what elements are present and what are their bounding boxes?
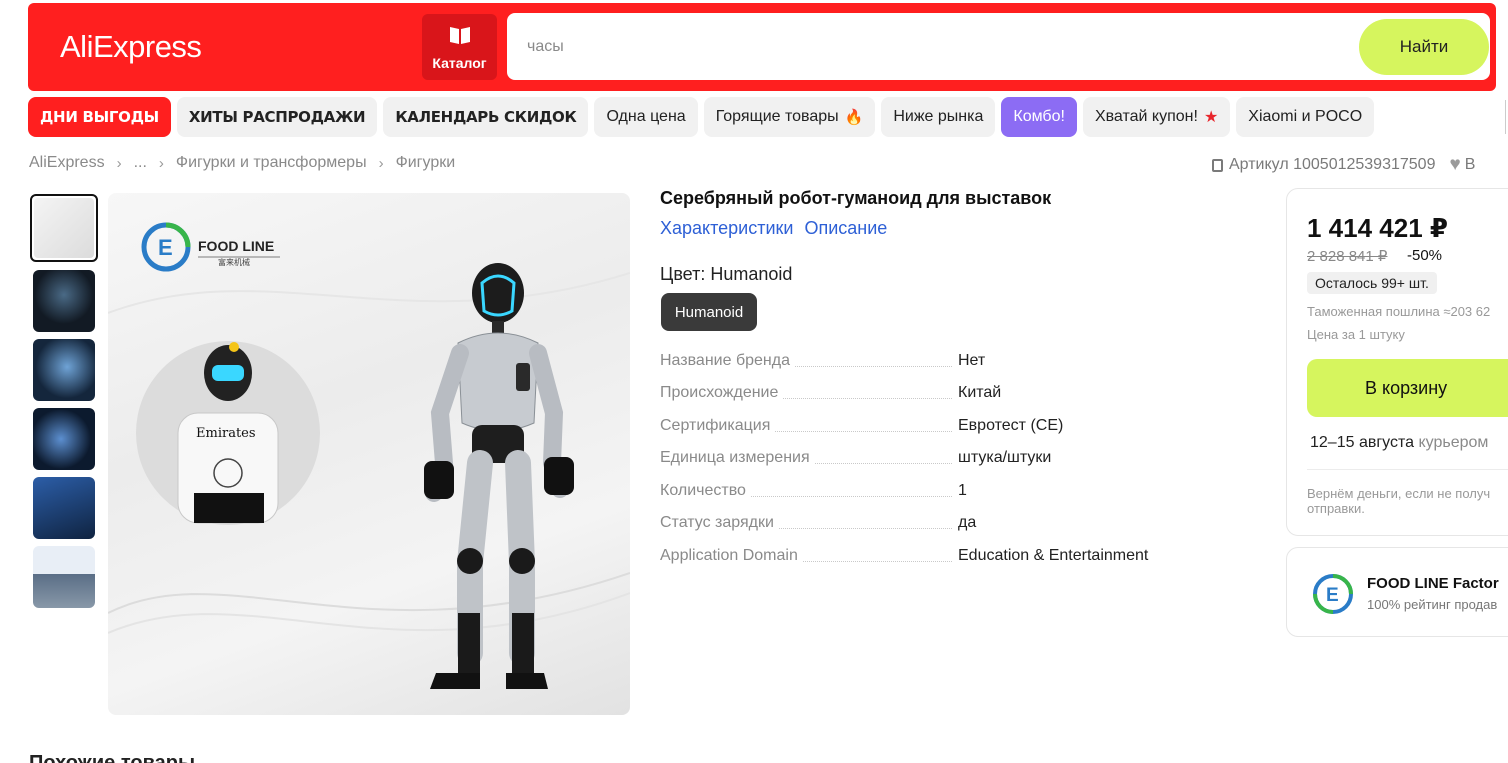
chevron-right-icon: › xyxy=(116,154,122,172)
pill-kombo[interactable]: Комбо! xyxy=(1001,97,1077,137)
thumbnail-image xyxy=(33,477,95,539)
breadcrumb-item[interactable]: ... xyxy=(134,154,147,172)
thumbnail[interactable] xyxy=(33,477,95,539)
svg-text:FOOD LINE: FOOD LINE xyxy=(198,238,274,254)
main-product-image[interactable]: E FOOD LINE 富来机械 Emirates xyxy=(108,193,630,715)
book-icon xyxy=(450,27,470,44)
description-link[interactable]: Описание xyxy=(804,218,887,239)
spec-key: Сертификация xyxy=(660,417,775,435)
aliexpress-logo[interactable]: AliExpress xyxy=(60,29,202,65)
characteristics-link[interactable]: Характеристики xyxy=(660,218,793,239)
spec-key: Количество xyxy=(660,482,750,500)
pill-hity-rasprodazhi[interactable]: ХИТЫ РАСПРОДАЖИ xyxy=(176,97,378,137)
seller-rating: 100% рейтинг продав xyxy=(1367,597,1498,612)
spec-value: штука/штуки xyxy=(958,449,1052,466)
promo-pills: ДНИ ВЫГОДЫ ХИТЫ РАСПРОДАЖИ КАЛЕНДАРЬ СКИ… xyxy=(28,97,1375,137)
similar-products-title: Похожие товары xyxy=(29,752,196,763)
old-price: 2 828 841 ₽ xyxy=(1307,248,1388,265)
search-button[interactable]: Найти xyxy=(1359,19,1489,75)
thumbnail[interactable] xyxy=(30,194,98,262)
article-label: Артикул 1005012539317509 xyxy=(1229,156,1436,173)
thumbnail-image xyxy=(33,546,95,608)
spec-key: Application Domain xyxy=(660,547,802,565)
delivery-method[interactable]: курьером xyxy=(1419,434,1489,451)
spec-value: Китай xyxy=(958,384,1002,401)
thumbnail[interactable] xyxy=(33,408,95,470)
seller-card[interactable]: E FOOD LINE Factor 100% рейтинг продав xyxy=(1286,547,1508,637)
inset-circle: Emirates xyxy=(136,341,320,525)
add-to-cart-button[interactable]: В корзину xyxy=(1307,359,1508,417)
catalog-button[interactable]: Каталог xyxy=(422,14,497,80)
top-header: AliExpress Каталог Найти xyxy=(28,3,1496,91)
breadcrumb-item[interactable]: Фигурки xyxy=(396,154,456,172)
unit-price: Цена за 1 штуку xyxy=(1307,327,1405,342)
spec-row: Application Domain Education & Entertain… xyxy=(660,545,1220,569)
thumbnail-image xyxy=(33,270,95,332)
pill-nizhe-rynka[interactable]: Ниже рынка xyxy=(881,97,996,137)
discount-badge: -50% xyxy=(1407,247,1443,264)
spec-row: Сертификация Евротест (CE) xyxy=(660,415,1220,439)
delivery-dates: 12–15 августа xyxy=(1310,434,1415,451)
refund-guarantee: Вернём деньги, если не получ отправки. xyxy=(1307,486,1491,516)
spec-value: да xyxy=(958,514,977,531)
svg-text:Emirates: Emirates xyxy=(196,426,256,441)
spec-row: Единица измерения штука/штуки xyxy=(660,447,1220,471)
svg-text:E: E xyxy=(158,235,173,260)
variant-option[interactable]: Humanoid xyxy=(661,293,757,331)
copy-icon[interactable] xyxy=(1212,158,1223,172)
thumbnail[interactable] xyxy=(33,270,95,332)
spec-row: Статус зарядки да xyxy=(660,512,1220,536)
svg-text:E: E xyxy=(1326,585,1339,606)
pill-goryashchie-tovary[interactable]: Горящие товары 🔥 xyxy=(703,97,876,137)
spec-value: Нет xyxy=(958,352,986,369)
spec-row: Количество 1 xyxy=(660,480,1220,504)
divider xyxy=(1307,469,1508,470)
spec-row: Происхождение Китай xyxy=(660,382,1220,406)
search-box: Найти xyxy=(507,13,1490,80)
delivery-info: 12–15 августа курьером xyxy=(1310,434,1488,452)
price-card: 1 414 421 ₽ 2 828 841 ₽ -50% Осталось 99… xyxy=(1286,188,1508,536)
spec-value: 1 xyxy=(958,482,967,499)
spec-key: Название бренда xyxy=(660,352,794,370)
seller-logo-icon: E xyxy=(1313,574,1353,614)
spec-row: Название бренда Нет xyxy=(660,350,1220,374)
spec-key: Происхождение xyxy=(660,384,783,402)
pill-dni-vygody[interactable]: ДНИ ВЫГОДЫ xyxy=(28,97,171,137)
spec-key: Единица измерения xyxy=(660,449,814,467)
food-line-logo: E FOOD LINE 富来机械 xyxy=(141,222,280,272)
thumbnail-image xyxy=(33,408,95,470)
breadcrumb-item[interactable]: AliExpress xyxy=(29,154,105,172)
heart-icon[interactable]: ♥ xyxy=(1449,154,1460,176)
current-price: 1 414 421 ₽ xyxy=(1307,213,1448,243)
pill-kalendar-skidok[interactable]: КАЛЕНДАРЬ СКИДОК xyxy=(383,97,589,137)
pill-khvatay-kupon[interactable]: Хватай купон! ★ xyxy=(1082,97,1231,137)
breadcrumb: AliExpress › ... › Фигурки и трансформер… xyxy=(29,154,455,172)
fire-icon: 🔥 xyxy=(844,109,864,126)
search-input[interactable] xyxy=(527,33,1327,61)
seller-name[interactable]: FOOD LINE Factor xyxy=(1367,575,1499,592)
pill-odna-cena[interactable]: Одна цена xyxy=(594,97,698,137)
spec-key: Статус зарядки xyxy=(660,514,778,532)
thumbnail-image xyxy=(33,339,95,401)
product-title: Серебряный робот-гуманоид для выставок xyxy=(660,188,1052,208)
pill-xiaomi-poco[interactable]: Xiaomi и POCO xyxy=(1236,97,1375,137)
stock-badge: Осталось 99+ шт. xyxy=(1307,272,1437,294)
color-label: Цвет: Humanoid xyxy=(660,264,793,284)
breadcrumb-item[interactable]: Фигурки и трансформеры xyxy=(176,154,367,172)
star-icon: ★ xyxy=(1203,109,1219,126)
svg-text:富来机械: 富来机械 xyxy=(218,257,250,267)
chevron-right-icon: › xyxy=(378,154,384,172)
catalog-label: Каталог xyxy=(432,55,487,71)
robot-illustration: E FOOD LINE 富来机械 Emirates xyxy=(108,222,630,689)
spec-value: Education & Entertainment xyxy=(958,547,1149,564)
thumbnail[interactable] xyxy=(33,546,95,608)
wishlist-label[interactable]: В xyxy=(1465,156,1476,174)
product-links: Характеристики Описание xyxy=(660,218,887,239)
customs-duty: Таможенная пошлина ≈203 62 xyxy=(1307,304,1491,319)
chevron-right-icon: › xyxy=(158,154,164,172)
article-number: Артикул 1005012539317509 ♥ В xyxy=(1212,154,1475,176)
thumbnail-image xyxy=(34,198,94,258)
thumbnail[interactable] xyxy=(33,339,95,401)
spec-value: Евротест (CE) xyxy=(958,417,1064,434)
